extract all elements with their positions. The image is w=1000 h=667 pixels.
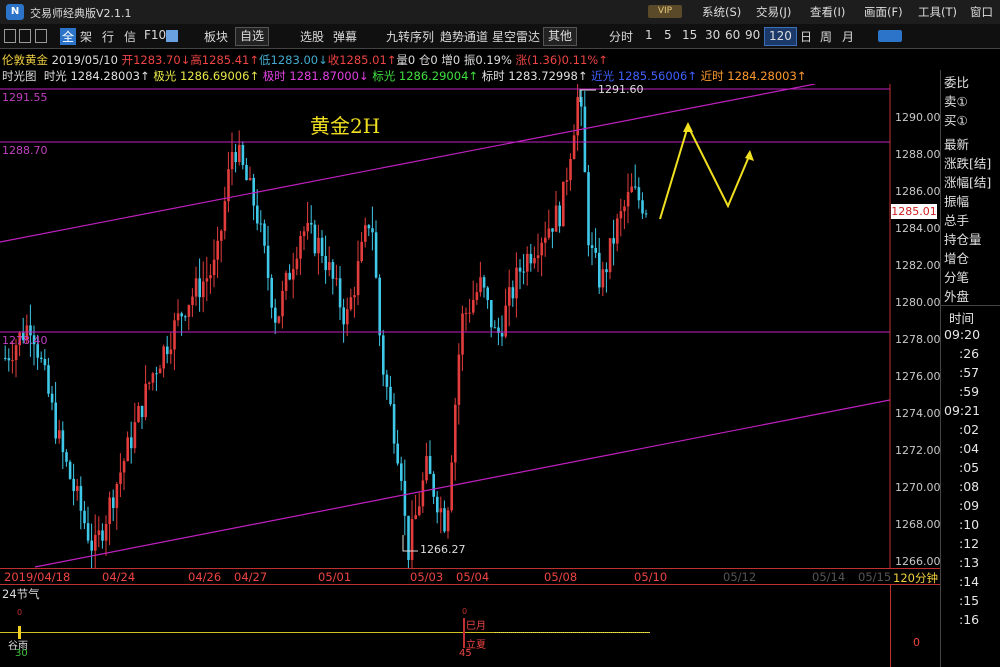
- axis-tick: 1286.00: [895, 185, 941, 198]
- lower-pane-border: [0, 584, 940, 585]
- detail-label: 最新: [944, 137, 970, 152]
- date-label: 05/04: [456, 570, 490, 584]
- tick-time: :12: [959, 536, 980, 551]
- axis-tick: 1270.00: [895, 481, 941, 494]
- tick-time: 09:20: [944, 327, 981, 342]
- quote-detail-panel: 委比 卖① 买① 最新 涨跌[结] 涨幅[结] 振幅 总手 持仓量 增仓 分笔 …: [940, 70, 1000, 667]
- tick-time: :08: [959, 479, 980, 494]
- solar-term-marker: [463, 618, 465, 648]
- axis-tick: 1280.00: [895, 296, 941, 309]
- axis-tick: 1278.00: [895, 333, 941, 346]
- detail-label: 外盘: [944, 289, 970, 304]
- detail-label: 涨幅[结]: [944, 175, 992, 190]
- tick-time: :26: [959, 346, 980, 361]
- axis-tick: 1290.00: [895, 111, 941, 124]
- solar-term-num: 30: [15, 648, 28, 659]
- date-axis-border: [0, 568, 940, 569]
- tick-time: :05: [959, 460, 980, 475]
- axis-tick: 1284.00: [895, 222, 941, 235]
- tick-time: :14: [959, 574, 980, 589]
- date-label: 2019/04/18: [4, 570, 71, 584]
- lower-axis-border: [890, 585, 891, 667]
- axis-tick: 1282.00: [895, 259, 941, 272]
- marker-top: 0: [17, 608, 23, 617]
- tick-time: :10: [959, 517, 980, 532]
- date-label: 04/27: [234, 570, 268, 584]
- tick-time: :02: [959, 422, 980, 437]
- date-label: 05/10: [634, 570, 668, 584]
- tick-time: 09:21: [944, 403, 981, 418]
- detail-label: 委比: [944, 75, 970, 90]
- lower-pane-title: 24节气: [2, 587, 40, 601]
- detail-label: 持仓量: [944, 232, 982, 247]
- tick-time: :16: [959, 612, 980, 627]
- axis-tick: 1272.00: [895, 444, 941, 457]
- axis-tick: 1268.00: [895, 518, 941, 531]
- axis-tick: 1274.00: [895, 407, 941, 420]
- date-label: 04/24: [102, 570, 136, 584]
- date-label: 05/08: [544, 570, 578, 584]
- axis-tick: 1266.00: [895, 555, 941, 568]
- date-label: 04/26: [188, 570, 222, 584]
- date-label: 05/03: [410, 570, 444, 584]
- axis-tick: 1288.00: [895, 148, 941, 161]
- tick-time: :15: [959, 593, 980, 608]
- detail-label: 振幅: [944, 194, 970, 209]
- tick-time: :59: [959, 384, 980, 399]
- date-label: 05/12: [723, 570, 757, 584]
- detail-label: 买①: [944, 113, 968, 128]
- date-label: 05/15: [858, 570, 892, 584]
- solar-term-num: 45: [459, 648, 472, 659]
- tick-time: :09: [959, 498, 980, 513]
- detail-label: 总手: [944, 213, 970, 228]
- date-label: 05/01: [318, 570, 352, 584]
- menu-window[interactable]: 窗口: [970, 4, 993, 20]
- tick-time: :57: [959, 365, 980, 380]
- date-label: 05/14: [812, 570, 846, 584]
- detail-label: 分笔: [944, 270, 970, 285]
- marker-top: 0: [462, 607, 468, 616]
- detail-label: 卖①: [944, 94, 968, 109]
- current-price-tag: 1285.01: [891, 204, 937, 219]
- lower-pane-value: 0: [913, 636, 920, 649]
- detail-label: 增仓: [944, 251, 970, 266]
- solar-term-label: 巳月: [466, 621, 486, 632]
- detail-label: 涨跌[结]: [944, 156, 992, 171]
- panel-divider: [941, 305, 1000, 306]
- tick-time: :04: [959, 441, 980, 456]
- tick-time: :13: [959, 555, 980, 570]
- solar-term-projection: [495, 632, 650, 634]
- time-header: 时间: [949, 311, 975, 326]
- annotation-leaders: [402, 89, 596, 552]
- axis-tick: 1276.00: [895, 370, 941, 383]
